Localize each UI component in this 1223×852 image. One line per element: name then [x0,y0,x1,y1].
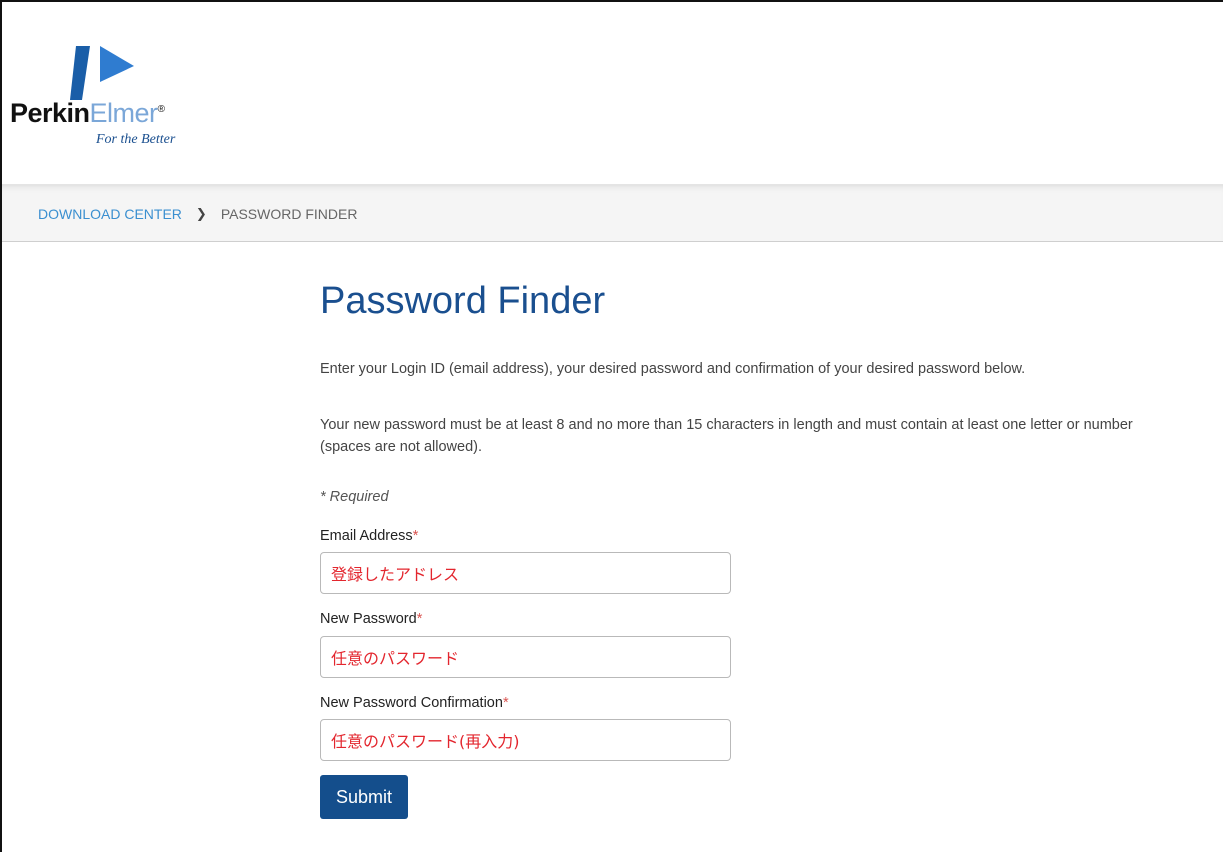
logo-wordmark: PerkinElmer® [10,98,165,129]
breadcrumb-download-center-link[interactable]: DOWNLOAD CENTER [38,206,182,222]
required-note: * Required [320,489,389,505]
required-star: * [412,528,419,544]
required-star: * [502,695,509,711]
password-confirmation-field[interactable] [320,719,731,761]
logo-text-perkin: Perkin [10,98,90,128]
password-confirmation-label: New Password Confirmation* [320,695,509,711]
password-rules-text: Your new password must be at least 8 and… [320,417,1133,455]
breadcrumb-current: PASSWORD FINDER [220,206,358,222]
new-password-field[interactable] [320,636,731,678]
registered-mark: ® [157,104,165,115]
logo-tagline: For the Better [96,132,176,147]
breadcrumb: DOWNLOAD CENTER ❯ PASSWORD FINDER [38,206,357,222]
new-password-label-text: New Password [320,611,417,627]
perkinelmer-logo[interactable]: PerkinElmer® For the Better [10,36,250,156]
site-header: PerkinElmer® For the Better [2,2,1223,184]
logo-text-elmer: Elmer [89,98,159,128]
breadcrumb-bar: DOWNLOAD CENTER ❯ PASSWORD FINDER [2,184,1223,242]
submit-button[interactable]: Submit [320,775,408,819]
email-label: Email Address* [320,528,418,544]
new-password-label: New Password* [320,611,422,627]
email-field[interactable] [320,552,731,594]
chevron-right-icon: ❯ [195,206,207,221]
email-label-text: Email Address [320,528,413,544]
required-star: * [416,611,423,627]
page-title: Password Finder [320,280,606,322]
intro-text: Enter your Login ID (email address), you… [320,361,1026,377]
password-confirmation-label-text: New Password Confirmation [320,695,503,711]
logo-mark-icon [70,46,134,100]
